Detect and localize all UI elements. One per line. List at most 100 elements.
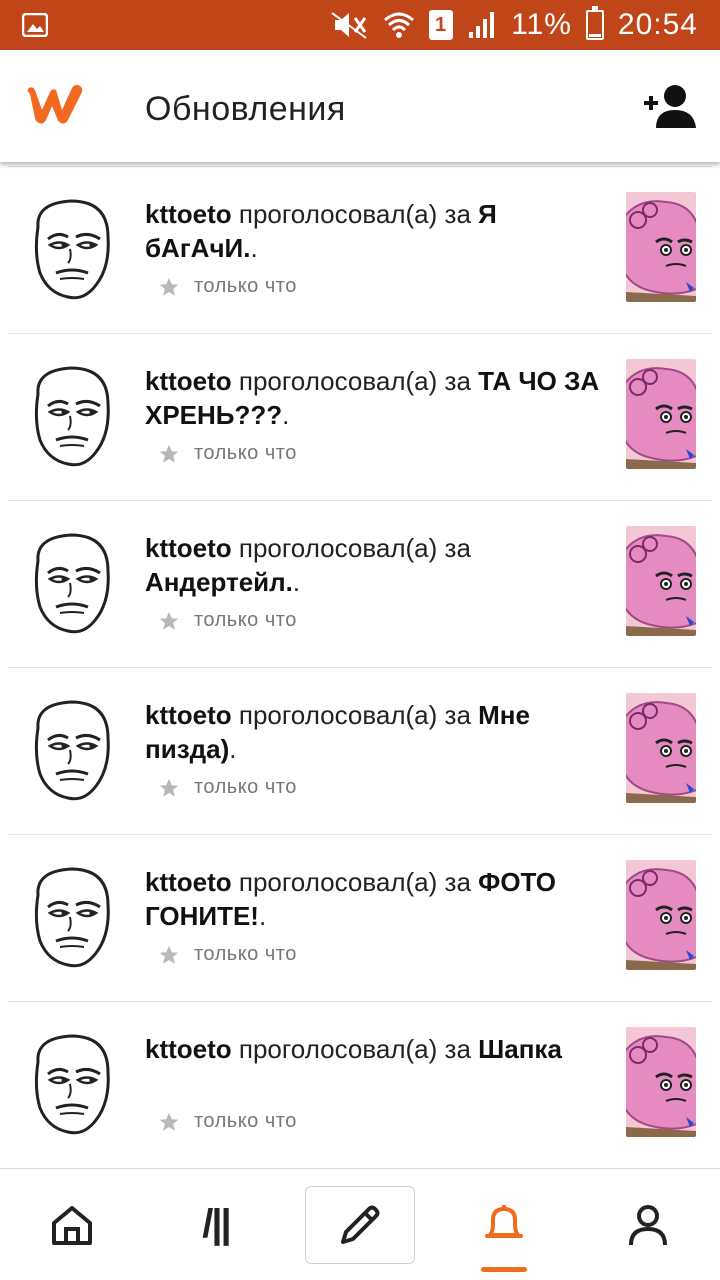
feed-item-story[interactable]: Андертейл. xyxy=(145,567,293,597)
feed-item-user[interactable]: kttoeto xyxy=(145,199,232,229)
feed-item-suffix: . xyxy=(282,400,290,430)
story-thumbnail[interactable] xyxy=(626,693,696,803)
feed-item-action: проголосовал(а) за xyxy=(231,199,479,229)
mute-icon xyxy=(331,12,367,39)
star-icon[interactable] xyxy=(158,276,180,298)
feed-item-time: только что xyxy=(194,943,297,965)
app-header: Обновления xyxy=(0,50,720,162)
feed-item-meta: только что xyxy=(158,275,297,298)
meme-face-avatar-icon xyxy=(34,199,110,300)
star-icon[interactable] xyxy=(158,610,180,632)
battery-icon xyxy=(585,6,604,40)
bell-icon xyxy=(485,1204,523,1238)
feed-item-user[interactable]: kttoeto xyxy=(145,366,232,396)
story-cover-thumbnail xyxy=(626,192,696,302)
feed-item-suffix: . xyxy=(250,233,258,263)
feed-item-meta: только что xyxy=(158,776,297,799)
feed-item-action: проголосовал(а) за xyxy=(231,366,479,396)
feed-item-meta: только что xyxy=(158,442,297,465)
feed-item-user[interactable]: kttoeto xyxy=(145,867,232,897)
feed-item-suffix: . xyxy=(292,567,301,597)
feed-item-time: только что xyxy=(194,609,297,631)
feed-item[interactable]: kttoeto проголосовал(а) за Шапка только … xyxy=(8,1002,712,1168)
feed-item-suffix: . xyxy=(229,734,237,764)
battery-percent: 11% xyxy=(511,8,572,41)
nav-library[interactable]: /|| xyxy=(161,1186,271,1264)
feed-item-time: только что xyxy=(194,442,297,464)
star-icon[interactable] xyxy=(158,777,180,799)
feed-item-story[interactable]: Шапка xyxy=(478,1034,562,1064)
user-avatar[interactable] xyxy=(26,197,116,305)
story-thumbnail[interactable] xyxy=(626,1027,696,1137)
user-avatar[interactable] xyxy=(26,1032,116,1140)
feed-item-user[interactable]: kttoeto xyxy=(145,533,232,563)
clock: 20:54 xyxy=(617,8,698,41)
feed-item[interactable]: kttoeto проголосовал(а) за ФОТО ГОНИТЕ!.… xyxy=(8,835,712,1002)
user-avatar[interactable] xyxy=(26,364,116,472)
story-cover-thumbnail xyxy=(626,526,696,636)
feed-item-text: kttoeto проголосовал(а) за ТА ЧО ЗА ХРЕН… xyxy=(145,364,605,432)
star-icon[interactable] xyxy=(158,944,180,966)
meme-face-avatar-icon xyxy=(34,533,110,634)
nav-profile[interactable] xyxy=(593,1186,703,1264)
feed-item-action: проголосовал(а) за xyxy=(231,533,471,563)
feed-item-time: только что xyxy=(194,275,297,297)
story-cover-thumbnail xyxy=(626,860,696,970)
feed-list: kttoeto проголосовал(а) за пАчИму?. толь… xyxy=(0,162,720,1168)
feed-item-action: проголосовал(а) за xyxy=(231,867,479,897)
status-left xyxy=(22,13,48,37)
feed-item-user[interactable]: kttoeto xyxy=(145,700,232,730)
library-icon: /|| xyxy=(202,1202,231,1246)
story-cover-thumbnail xyxy=(626,1027,696,1137)
feed-item-time: только что xyxy=(194,1110,297,1132)
feed-item-meta: только что xyxy=(158,1110,297,1133)
user-avatar[interactable] xyxy=(26,531,116,639)
feed-item[interactable]: kttoeto проголосовал(а) за ТА ЧО ЗА ХРЕН… xyxy=(8,334,712,501)
feed-item-action: проголосовал(а) за xyxy=(231,1034,479,1064)
story-thumbnail[interactable] xyxy=(626,359,696,469)
wifi-icon xyxy=(384,12,415,38)
wattpad-logo-icon[interactable] xyxy=(24,80,88,128)
status-bar: 1 11% 20:54 xyxy=(0,0,720,50)
story-cover-thumbnail xyxy=(626,359,696,469)
feed-item-meta: только что xyxy=(158,943,297,966)
story-thumbnail[interactable] xyxy=(626,526,696,636)
feed-item-text: kttoeto проголосовал(а) за Андертейл.. xyxy=(145,531,605,599)
star-icon[interactable] xyxy=(158,443,180,465)
signal-icon xyxy=(469,12,495,38)
sim-indicator: 1 xyxy=(429,10,454,40)
status-right: 1 11% 20:54 xyxy=(329,6,698,42)
feed-item-text: kttoeto проголосовал(а) за ФОТО ГОНИТЕ!. xyxy=(145,865,605,933)
feed-item-text: kttoeto проголосовал(а) за Шапка xyxy=(145,1032,605,1066)
feed-item-text: kttoeto проголосовал(а) за Мне пизда). xyxy=(145,698,605,766)
feed-item-user[interactable]: kttoeto xyxy=(145,1034,232,1064)
notification-feed[interactable]: kttoeto проголосовал(а) за пАчИму?. толь… xyxy=(0,162,720,1168)
story-cover-thumbnail xyxy=(626,693,696,803)
feed-item[interactable]: kttoeto проголосовал(а) за Мне пизда). т… xyxy=(8,668,712,835)
home-icon xyxy=(52,1205,92,1245)
nav-home[interactable] xyxy=(17,1186,127,1264)
feed-item[interactable]: kttoeto проголосовал(а) за Я бАгАчИ.. то… xyxy=(8,167,712,334)
meme-face-avatar-icon xyxy=(34,867,110,968)
pencil-icon xyxy=(341,1205,380,1244)
meme-face-avatar-icon xyxy=(34,700,110,801)
feed-item-meta: только что xyxy=(158,609,297,632)
user-avatar[interactable] xyxy=(26,698,116,806)
feed-item-time: только что xyxy=(194,776,297,798)
screen: 1 11% 20:54 Обновления kttoeto проголосо… xyxy=(0,0,720,1280)
meme-face-avatar-icon xyxy=(34,1034,110,1135)
star-icon[interactable] xyxy=(158,1111,180,1133)
story-thumbnail[interactable] xyxy=(626,860,696,970)
bottom-navigation: /|| xyxy=(0,1168,720,1280)
meme-face-avatar-icon xyxy=(34,366,110,467)
feed-item-suffix: . xyxy=(258,901,267,931)
feed-item-action: проголосовал(а) за xyxy=(231,700,479,730)
feed-item[interactable]: kttoeto проголосовал(а) за Андертейл.. т… xyxy=(8,501,712,668)
feed-item-text: kttoeto проголосовал(а) за Я бАгАчИ.. xyxy=(145,197,605,265)
nav-notifications[interactable] xyxy=(449,1186,559,1272)
gallery-notification-icon xyxy=(22,13,48,37)
nav-write[interactable] xyxy=(305,1185,415,1264)
story-thumbnail[interactable] xyxy=(626,192,696,302)
user-avatar[interactable] xyxy=(26,865,116,973)
add-user-icon[interactable] xyxy=(642,82,698,130)
